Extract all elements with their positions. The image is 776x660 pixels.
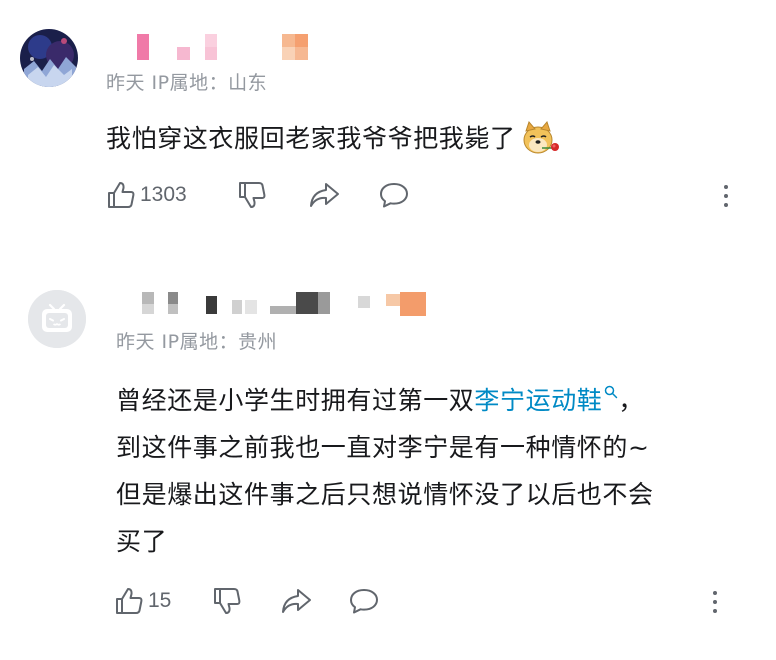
content-line: 买了 <box>116 527 168 556</box>
more-icon[interactable] <box>705 585 725 619</box>
comment-content: 曾经还是小学生时拥有过第一双李宁运动鞋， 到这件事之前我也一直对李宁是有一种情怀… <box>116 367 726 565</box>
search-link[interactable]: 李宁运动鞋 <box>474 385 618 415</box>
comment-content: 我怕穿这衣服回老家我爷爷把我毙了 <box>106 115 746 170</box>
dislike-button[interactable] <box>237 178 267 212</box>
reply-icon <box>380 183 408 208</box>
thumb-up-icon <box>108 182 135 208</box>
dislike-button[interactable] <box>212 584 242 618</box>
comment-meta: 昨天 IP属地：山东 <box>106 72 268 94</box>
default-tv-avatar-icon <box>28 290 86 348</box>
search-icon <box>604 367 618 414</box>
thumb-down-icon <box>214 588 241 614</box>
user-avatar[interactable] <box>28 290 86 348</box>
comment-meta: 昨天 IP属地：贵州 <box>116 331 278 353</box>
user-avatar[interactable] <box>20 29 78 87</box>
reply-button[interactable] <box>378 178 410 212</box>
more-icon[interactable] <box>716 179 736 213</box>
comment-item: 昨天 IP属地：山东 我怕穿这衣服回老家我爷爷把我毙了 1303 <box>0 0 776 250</box>
content-line: 但是爆出这件事之后只想说情怀没了以后也不会 <box>116 480 654 509</box>
content-line: 到这件事之前我也一直对李宁是有一种情怀的~ <box>116 433 650 462</box>
share-button[interactable] <box>308 178 340 212</box>
content-line: 曾经还是小学生时拥有过第一双李宁运动鞋， <box>116 367 726 424</box>
avatar-image <box>20 29 78 87</box>
username-masked[interactable] <box>132 34 332 60</box>
comment-item: 昨天 IP属地：贵州 曾经还是小学生时拥有过第一双李宁运动鞋， 到这件事之前我也… <box>0 262 776 660</box>
thumb-down-icon <box>239 182 266 208</box>
reply-icon <box>350 589 378 614</box>
reply-button[interactable] <box>348 584 380 618</box>
like-button[interactable]: 15 <box>114 584 171 618</box>
like-count: 15 <box>148 589 172 612</box>
like-button[interactable]: 1303 <box>106 178 187 212</box>
like-count: 1303 <box>140 183 187 206</box>
username-masked[interactable] <box>140 292 430 318</box>
share-icon <box>282 589 311 613</box>
share-icon <box>310 183 339 207</box>
thumb-up-icon <box>116 588 143 614</box>
share-button[interactable] <box>280 584 312 618</box>
content-line: 我怕穿这衣服回老家我爷爷把我毙了 <box>106 115 746 170</box>
doge-rose-emoji-icon <box>520 121 560 170</box>
